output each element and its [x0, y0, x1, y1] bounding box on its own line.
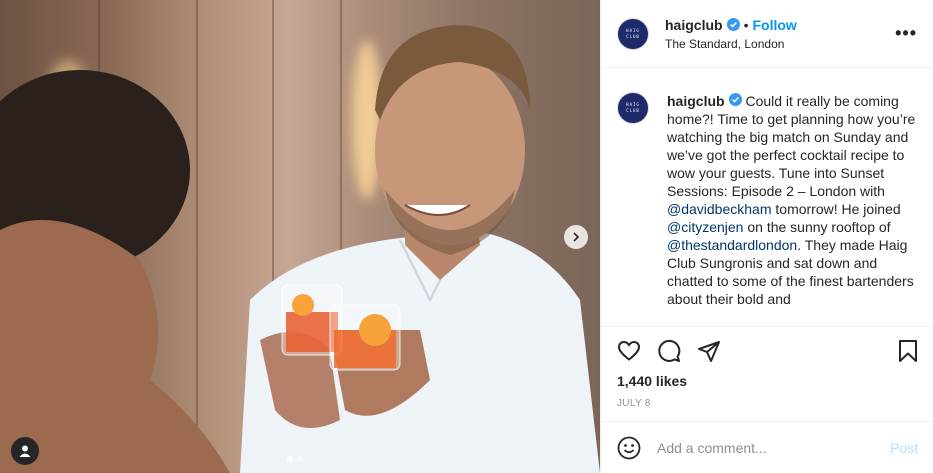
more-options-button[interactable]: ••• [895, 24, 917, 42]
carousel-dot [287, 456, 293, 462]
post-author: haigclub • Follow The Standard, London [665, 17, 797, 51]
like-button[interactable] [617, 339, 641, 363]
carousel-indicator [287, 456, 303, 462]
post-photo[interactable] [0, 0, 600, 473]
mention-link[interactable]: @thestandardlondon [667, 237, 797, 253]
orange-slice [359, 314, 391, 346]
caption-area: HAIG CLUB haigclub Could it really be co… [601, 68, 933, 326]
follow-button[interactable]: Follow [752, 17, 796, 33]
post-comment-button[interactable]: Post [890, 440, 918, 456]
comment-input[interactable] [657, 439, 867, 456]
comment-button[interactable] [657, 339, 681, 363]
tagged-users-button[interactable] [11, 437, 39, 465]
action-bar [601, 326, 933, 374]
caption-fragment: tomorrow! He joined [771, 201, 901, 217]
separator-bullet: • [743, 16, 749, 33]
verified-badge-icon [728, 93, 742, 106]
smiley-icon [617, 436, 641, 459]
post-side-panel: HAIG CLUB haigclub • Follow The Standard… [600, 0, 933, 473]
verified-badge-icon [726, 18, 740, 31]
comment-bar: Post [601, 421, 933, 473]
avatar-text-line: CLUB [626, 33, 640, 39]
photo-scene [0, 25, 600, 473]
caption-avatar[interactable]: HAIG CLUB [617, 92, 649, 124]
user-tag-icon [19, 445, 31, 457]
profile-avatar[interactable]: HAIG CLUB [617, 17, 649, 50]
bookmark-icon [899, 339, 917, 362]
caption-text: haigclub Could it really be coming home?… [667, 92, 917, 326]
save-button[interactable] [896, 339, 920, 363]
carousel-dot [297, 456, 303, 462]
likes-count[interactable]: 1,440 likes [617, 373, 687, 389]
location-link[interactable]: The Standard, London [665, 37, 797, 51]
paper-plane-icon [698, 340, 720, 362]
username-link[interactable]: haigclub [665, 17, 723, 33]
caption-body: Could it really be coming home?! Time to… [667, 93, 915, 307]
comment-bubble-icon [658, 339, 681, 362]
mention-link[interactable]: @cityzenjen [667, 219, 743, 235]
share-button[interactable] [697, 339, 721, 363]
post-date: JULY 8 [617, 398, 651, 409]
caption-username-link[interactable]: haigclub [667, 93, 725, 109]
caption-fragment: on the sunny rooftop of [743, 219, 891, 235]
orange-slice [292, 294, 314, 316]
carousel-next-button[interactable] [564, 225, 588, 249]
heart-icon [617, 340, 641, 361]
post-header: HAIG CLUB haigclub • Follow The Standard… [601, 0, 933, 68]
mention-link[interactable]: @davidbeckham [667, 201, 772, 217]
avatar-text-line: CLUB [626, 108, 640, 113]
woman-shoulder [0, 220, 230, 473]
emoji-button[interactable] [617, 436, 641, 460]
chevron-right-icon [573, 232, 580, 242]
